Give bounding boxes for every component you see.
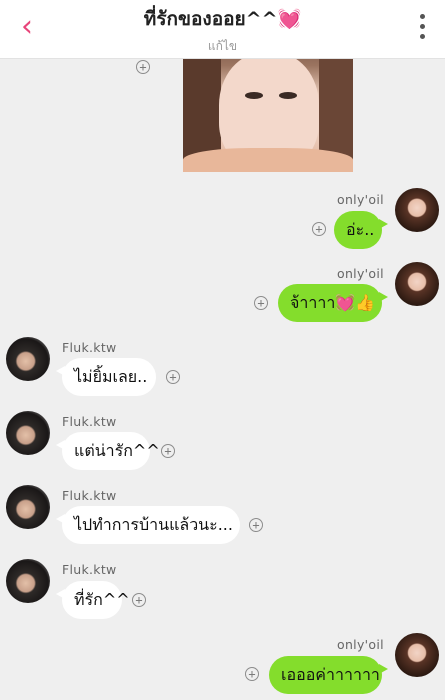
message-plus-icon[interactable]: +: [249, 518, 263, 532]
message-plus-icon[interactable]: +: [166, 370, 180, 384]
message-bubble-outgoing[interactable]: จ้าาาา💓👍: [278, 284, 388, 322]
message-plus-icon[interactable]: +: [161, 444, 175, 458]
sender-name: Fluk.ktw: [62, 340, 117, 355]
chat-title-area[interactable]: ที่รักของออย^^💓 แก้ไข: [80, 4, 365, 56]
chat-title: ที่รักของออย^^💓: [80, 4, 365, 34]
sender-name: only'oil: [337, 192, 384, 207]
sender-name: Fluk.ktw: [62, 488, 117, 503]
photo-plus-icon[interactable]: +: [136, 60, 150, 74]
avatar-only-oil[interactable]: [395, 188, 439, 232]
more-options-icon[interactable]: [417, 14, 427, 42]
edit-link[interactable]: แก้ไข: [80, 37, 365, 56]
message-bubble-incoming[interactable]: แต่น่ารัก^^: [56, 432, 160, 470]
avatar-fluk[interactable]: [6, 559, 50, 603]
heart-emoji-icon: 💓: [277, 8, 302, 30]
message-plus-icon[interactable]: +: [245, 667, 259, 681]
message-plus-icon[interactable]: +: [132, 593, 146, 607]
avatar-only-oil[interactable]: [395, 262, 439, 306]
avatar-fluk[interactable]: [6, 485, 50, 529]
message-plus-icon[interactable]: +: [254, 296, 268, 310]
back-arrow-icon[interactable]: ‹: [12, 12, 42, 44]
avatar-fluk[interactable]: [6, 411, 50, 455]
sender-name: only'oil: [337, 637, 384, 652]
message-bubble-outgoing[interactable]: เอออค่าาาาาา: [269, 656, 388, 694]
message-bubble-incoming[interactable]: ไม่ยิ้มเลย..: [56, 358, 156, 396]
chat-title-text: ที่รักของออย^^: [143, 8, 278, 30]
message-bubble-incoming[interactable]: ที่รัก^^: [56, 581, 130, 619]
message-bubble-outgoing[interactable]: อ่ะ..: [334, 211, 388, 249]
sender-name: Fluk.ktw: [62, 562, 117, 577]
avatar-fluk[interactable]: [6, 337, 50, 381]
sender-name: Fluk.ktw: [62, 414, 117, 429]
message-plus-icon[interactable]: +: [312, 222, 326, 236]
chat-header: ‹ ที่รักของออย^^💓 แก้ไข: [0, 0, 445, 59]
message-bubble-incoming[interactable]: ไปทำการบ้านแล้วนะ...: [56, 506, 240, 544]
sender-name: only'oil: [337, 266, 384, 281]
avatar-only-oil[interactable]: [395, 633, 439, 677]
